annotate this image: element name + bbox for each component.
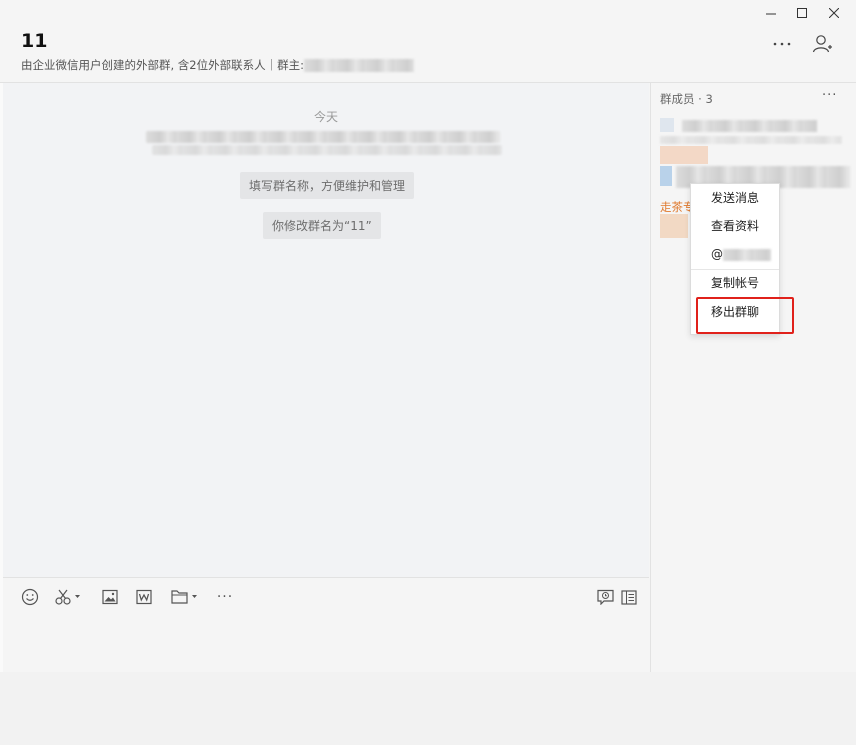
message-input[interactable] — [3, 616, 649, 672]
avatar — [660, 166, 672, 186]
image-icon[interactable] — [101, 588, 119, 606]
menu-item-send-message[interactable]: 发送消息 — [691, 185, 779, 211]
more-icon[interactable] — [769, 32, 795, 56]
members-title: 群成员 · 3 — [660, 92, 713, 106]
redacted-row — [660, 136, 842, 144]
group-subtitle-text: 由企业微信用户创建的外部群, 含2位外部联系人｜群主: — [21, 58, 304, 72]
group-subtitle: 由企业微信用户创建的外部群, 含2位外部联系人｜群主: — [21, 57, 414, 73]
menu-item-copy-account[interactable]: 复制帐号 — [691, 270, 779, 296]
add-member-icon[interactable] — [809, 32, 835, 56]
highlight-annotation-box — [696, 297, 794, 334]
chat-window: 11 由企业微信用户创建的外部群, 含2位外部联系人｜群主: 今天 填写群名称，… — [0, 0, 856, 672]
maximize-icon[interactable] — [787, 4, 817, 22]
system-message: 填写群名称，方便维护和管理 — [240, 172, 415, 199]
owner-name-redacted — [304, 59, 414, 72]
mention-name-redacted — [723, 248, 771, 261]
more-icon[interactable]: ··· — [214, 588, 236, 606]
folder-icon[interactable] — [171, 588, 201, 606]
member-name-redacted — [682, 120, 817, 132]
redacted-message-line — [146, 131, 500, 143]
minimize-icon[interactable] — [756, 4, 786, 22]
message-toolbar — [3, 577, 649, 616]
avatar — [660, 214, 688, 238]
members-more-icon[interactable]: ··· — [822, 88, 837, 103]
mention-label: @ — [711, 247, 723, 261]
word-doc-icon[interactable] — [135, 588, 153, 606]
chat-message-area[interactable] — [3, 83, 649, 577]
avatar — [660, 146, 708, 164]
group-title: 11 — [21, 30, 48, 52]
screenshot-icon[interactable] — [54, 588, 84, 606]
menu-item-mention[interactable]: @ — [691, 241, 779, 267]
date-separator: 今天 — [313, 110, 338, 124]
emoji-icon[interactable] — [20, 588, 40, 606]
system-message: 你修改群名为“11” — [263, 212, 381, 239]
menu-item-view-profile[interactable]: 查看资料 — [691, 213, 779, 239]
redacted-message-line — [152, 145, 502, 155]
close-icon[interactable] — [819, 4, 849, 22]
sidebar-toggle-icon[interactable] — [620, 588, 638, 606]
chat-history-icon[interactable] — [595, 588, 615, 606]
avatar — [660, 118, 674, 132]
